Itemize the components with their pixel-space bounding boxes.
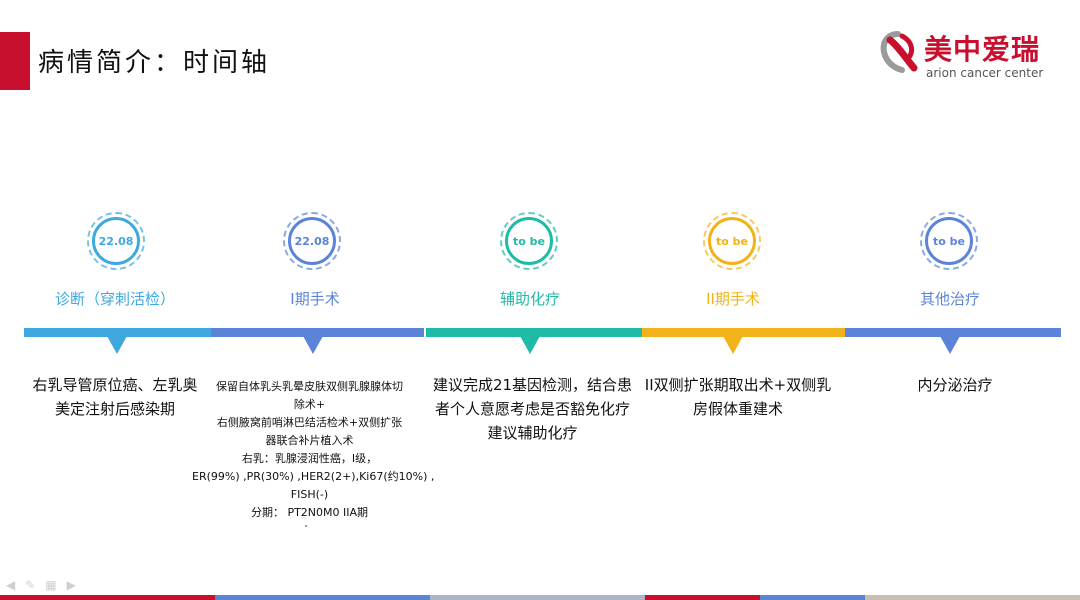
milestone-date: to be bbox=[925, 217, 973, 265]
description-line: 美定注射后感染期 bbox=[54, 400, 175, 418]
title-accent-bar bbox=[0, 32, 30, 90]
logo-en-text: arion cancer center bbox=[926, 66, 1044, 80]
description-surgery-1: 保留自体乳头乳晕皮肤双侧乳腺腺体切 除术+ 右侧腋窝前哨淋巴结活检术+双侧扩张 … bbox=[192, 378, 435, 522]
next-slide-icon[interactable]: ▶ bbox=[67, 578, 76, 592]
previous-slide-icon[interactable]: ◀ bbox=[6, 578, 15, 592]
phase-label-surgery-1: I期手术 bbox=[290, 290, 340, 308]
description-line: ER(99%) ,PR(30%) ,HER2(2+),Ki67(约10%) , bbox=[192, 470, 435, 483]
description-line: 者个人意愿考虑是否豁免化疗 bbox=[434, 400, 630, 418]
description-line: 房假体重建术 bbox=[692, 400, 783, 418]
description-line: 器联合补片植入术 bbox=[265, 434, 354, 447]
description-line: 右乳：乳腺浸润性癌，I级， bbox=[241, 452, 378, 465]
stray-dot bbox=[305, 525, 307, 527]
phase-label-diagnosis: 诊断（穿刺活检） bbox=[54, 290, 175, 308]
phase-label-other: 其他治疗 bbox=[919, 290, 980, 308]
timeline-segment bbox=[642, 328, 845, 337]
pen-icon[interactable]: ✎ bbox=[25, 578, 35, 592]
description-line: 分期： PT2N0M0 IIA期 bbox=[250, 506, 369, 519]
logo-cn-text: 美中爱瑞 bbox=[924, 33, 1041, 66]
footer-band-segment bbox=[865, 595, 1080, 600]
slide-title: 病情简介：时间轴 bbox=[38, 48, 271, 78]
description-diagnosis: 右乳导管原位癌、左乳奥 美定注射后感染期 bbox=[15, 373, 215, 421]
milestone-chemo: to be bbox=[500, 212, 560, 272]
description-surgery-2: II双侧扩张期取出术+双侧乳 房假体重建术 bbox=[638, 373, 838, 421]
timeline-pointer bbox=[107, 336, 127, 354]
description-line: 建议辅助化疗 bbox=[487, 424, 578, 442]
footer-color-band bbox=[0, 595, 1080, 600]
milestone-surgery-1: 22.08 bbox=[283, 212, 343, 272]
footer-band-segment bbox=[0, 595, 215, 600]
milestone-other: to be bbox=[920, 212, 980, 272]
description-line: 除术+ bbox=[293, 398, 326, 411]
description-chemo: 建议完成21基因检测，结合患 者个人意愿考虑是否豁免化疗 建议辅助化疗 bbox=[425, 373, 640, 445]
description-line: II双侧扩张期取出术+双侧乳 bbox=[644, 376, 832, 394]
ribbon-logo-icon bbox=[880, 31, 918, 73]
footer-band-segment bbox=[430, 595, 645, 600]
footer-band-segment bbox=[760, 595, 865, 600]
timeline-pointer bbox=[303, 336, 323, 354]
description-line: 内分泌治疗 bbox=[917, 376, 993, 394]
milestone-date: to be bbox=[505, 217, 553, 265]
description-line: 保留自体乳头乳晕皮肤双侧乳腺腺体切 bbox=[216, 380, 403, 393]
timeline-pointer bbox=[520, 336, 540, 354]
milestone-date: 22.08 bbox=[92, 217, 140, 265]
footer-band-segment bbox=[215, 595, 430, 600]
milestone-surgery-2: to be bbox=[703, 212, 763, 272]
description-line: FISH(-) bbox=[290, 488, 329, 501]
description-other: 内分泌治疗 bbox=[855, 373, 1055, 397]
timeline-pointer bbox=[940, 336, 960, 354]
description-line: 建议完成21基因检测，结合患 bbox=[432, 376, 633, 394]
milestone-date: 22.08 bbox=[288, 217, 336, 265]
brand-logo: 美中爱瑞 arion cancer center bbox=[876, 28, 1056, 84]
slideshow-controls[interactable]: ◀ ✎ ▦ ▶ bbox=[6, 578, 76, 592]
timeline-pointer bbox=[723, 336, 743, 354]
description-line: 右乳导管原位癌、左乳奥 bbox=[32, 376, 198, 394]
phase-label-surgery-2: II期手术 bbox=[706, 290, 760, 308]
phase-label-chemo: 辅助化疗 bbox=[499, 290, 560, 308]
description-line: 右侧腋窝前哨淋巴结活检术+双侧扩张 bbox=[216, 416, 403, 429]
footer-band-segment bbox=[645, 595, 760, 600]
milestone-diagnosis: 22.08 bbox=[87, 212, 147, 272]
slides-grid-icon[interactable]: ▦ bbox=[45, 578, 56, 592]
milestone-date: to be bbox=[708, 217, 756, 265]
